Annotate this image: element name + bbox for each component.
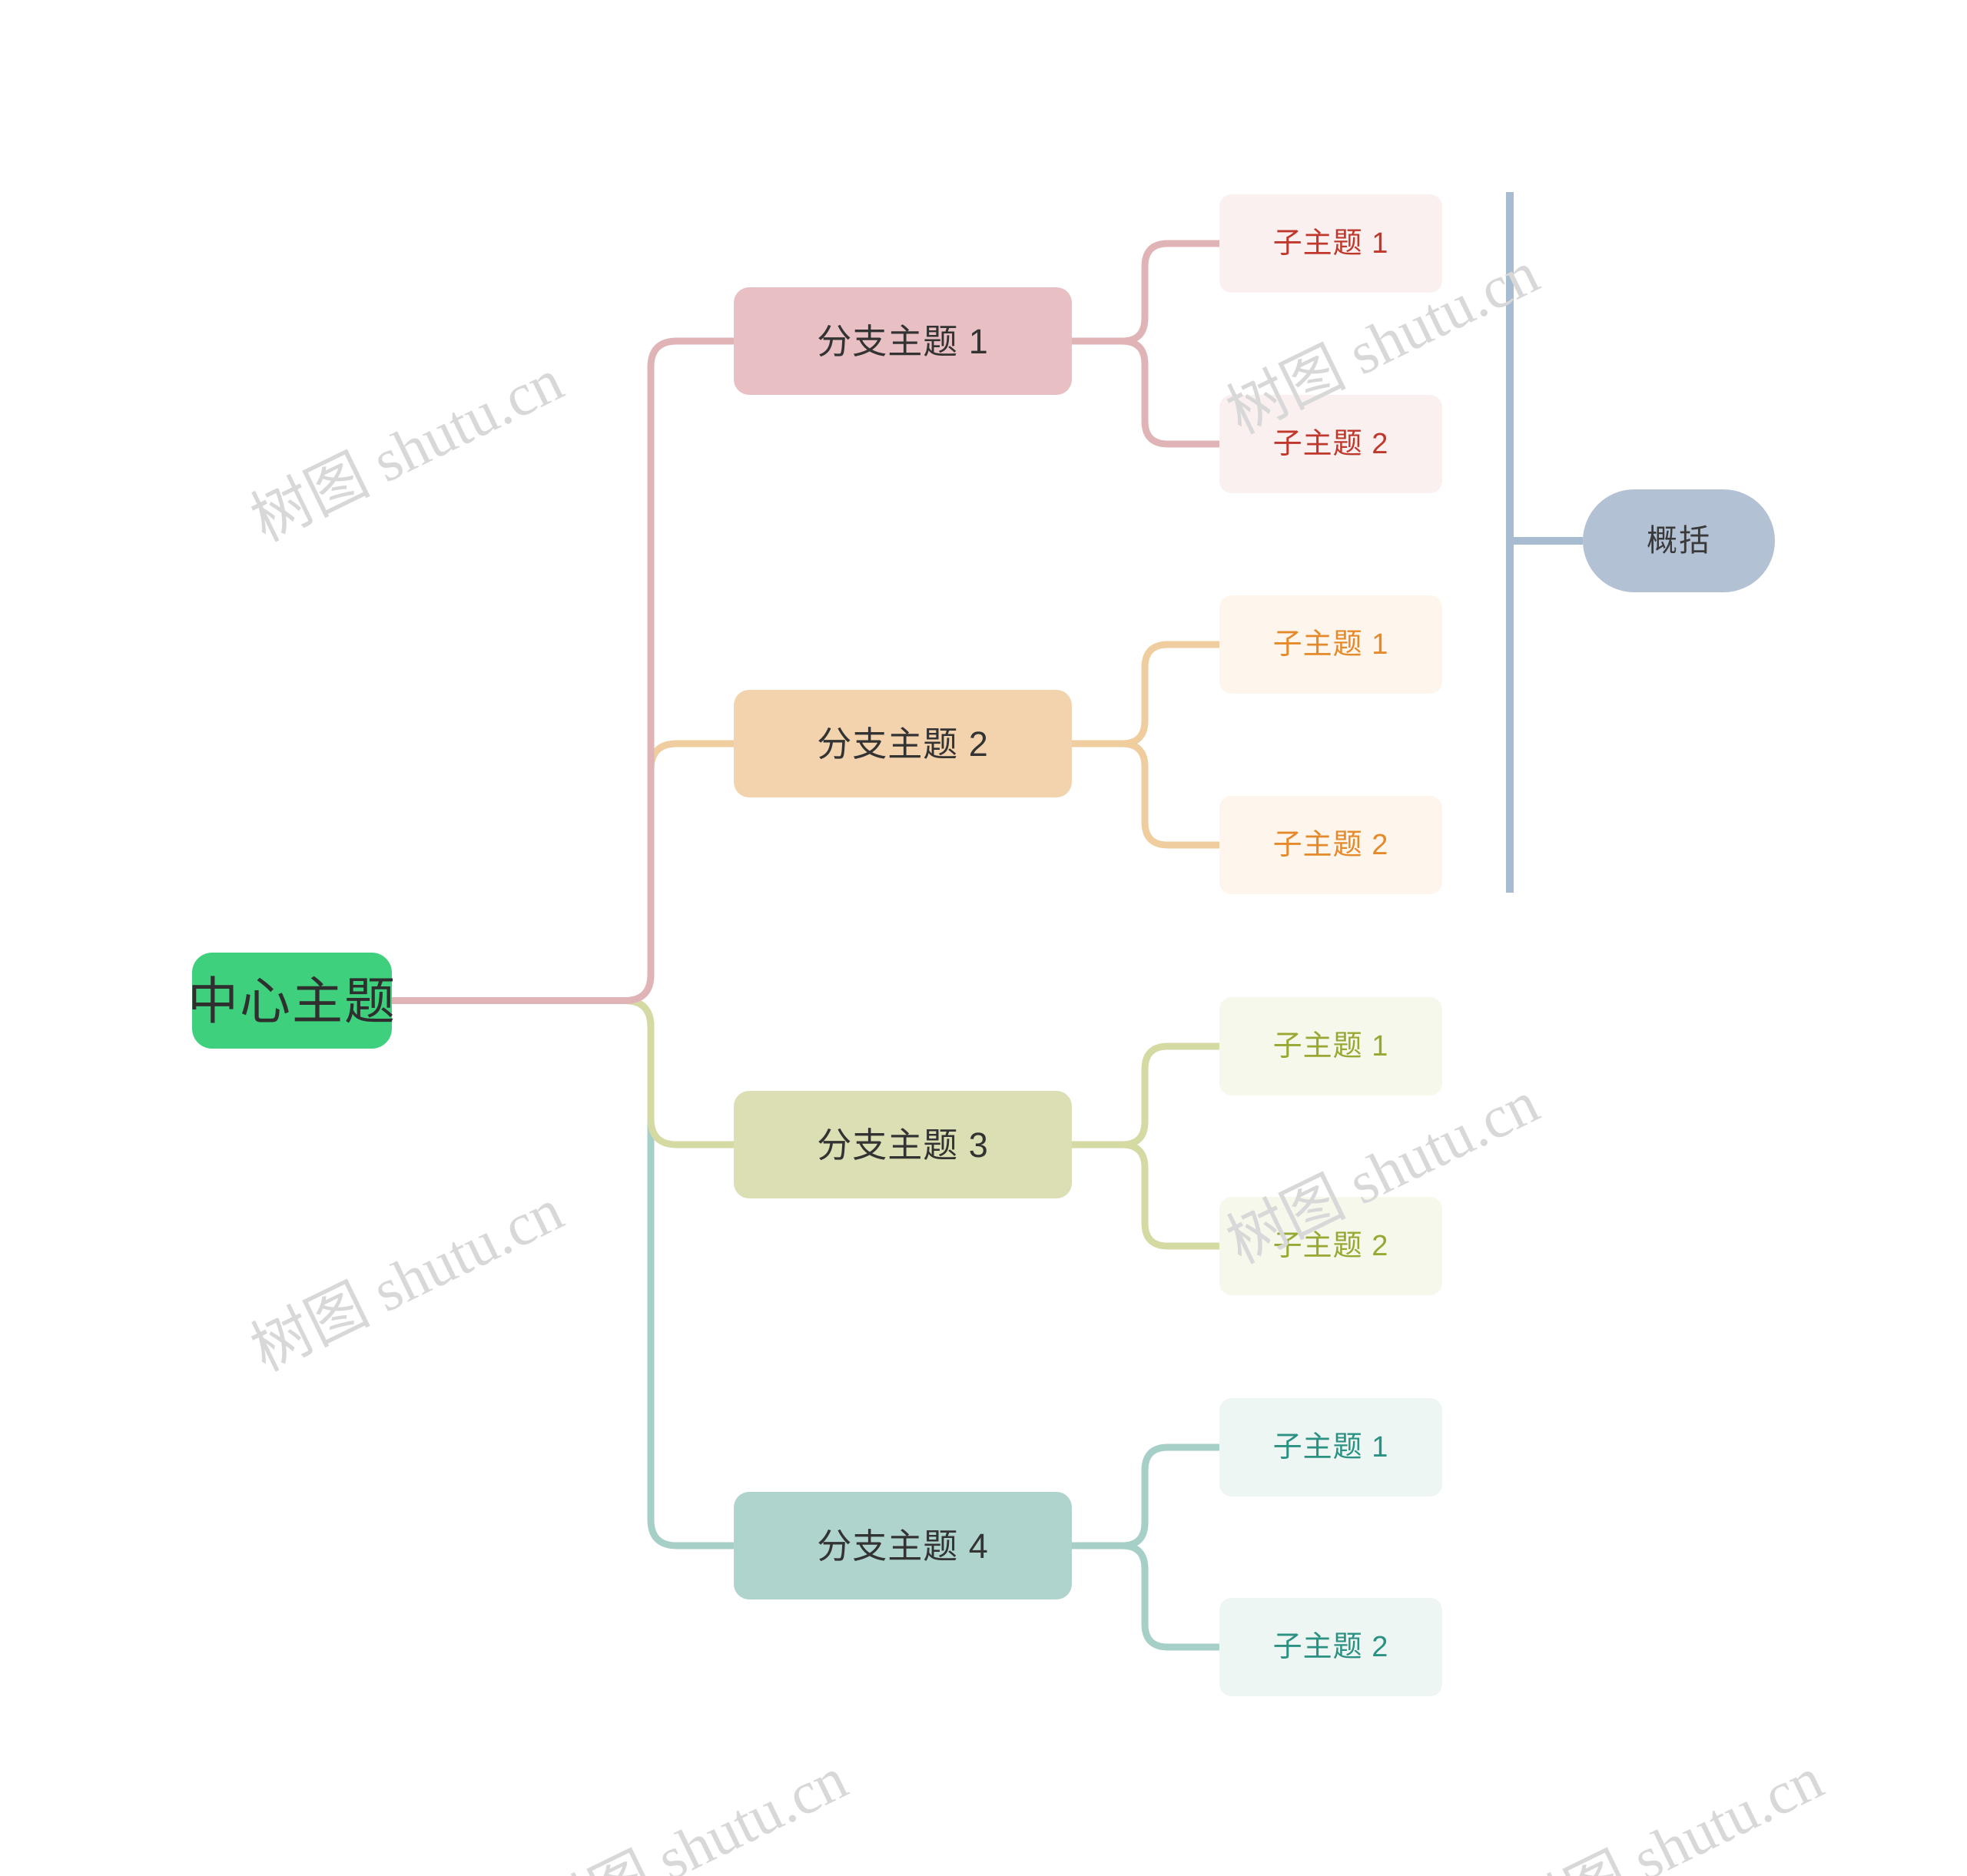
summary-label: 概括 xyxy=(1647,524,1711,558)
branch-topic-label: 分支主题 4 xyxy=(817,1526,989,1566)
branch-topic-node[interactable]: 分支主题 1 xyxy=(734,287,1072,395)
subtopic-label: 子主题 1 xyxy=(1272,1431,1389,1463)
subtopic-node[interactable]: 子主题 1 xyxy=(1219,194,1442,293)
subtopic-node[interactable]: 子主题 2 xyxy=(1219,1197,1442,1295)
subtopic-connector-4-2 xyxy=(1072,1542,1219,1651)
summary-node[interactable]: 概括 xyxy=(1583,489,1775,592)
subtopic-connector-1-1 xyxy=(1072,240,1219,345)
subtopic-label: 子主题 1 xyxy=(1272,1030,1389,1062)
subtopic-connector-4-1 xyxy=(1072,1443,1219,1550)
branch-connector-2 xyxy=(392,740,734,1004)
branch-topic-label: 分支主题 1 xyxy=(817,321,989,361)
subtopic-label: 子主题 1 xyxy=(1272,628,1389,661)
branch-topic-label: 分支主题 2 xyxy=(817,724,989,764)
branch-topic-node[interactable]: 分支主题 2 xyxy=(734,690,1072,797)
branch-topic-node[interactable]: 分支主题 3 xyxy=(734,1091,1072,1198)
subtopic-connector-3-2 xyxy=(1072,1141,1219,1250)
subtopic-label: 子主题 2 xyxy=(1272,1230,1389,1262)
subtopic-label: 子主题 2 xyxy=(1272,1631,1389,1663)
branch-connector-4 xyxy=(392,997,734,1550)
branch-connector-1 xyxy=(392,337,734,1004)
subtopic-node[interactable]: 子主题 1 xyxy=(1219,1398,1442,1496)
branch-connector-3 xyxy=(392,997,734,1148)
subtopic-node[interactable]: 子主题 1 xyxy=(1219,997,1442,1095)
branch-topic-node[interactable]: 分支主题 4 xyxy=(734,1492,1072,1599)
subtopic-node[interactable]: 子主题 2 xyxy=(1219,395,1442,493)
subtopic-label: 子主题 2 xyxy=(1272,428,1389,460)
subtopic-connector-2-1 xyxy=(1072,641,1219,747)
subtopic-label: 子主题 1 xyxy=(1272,227,1389,260)
central-topic-node[interactable]: 中心主题 xyxy=(187,953,395,1049)
subtopic-node[interactable]: 子主题 2 xyxy=(1219,796,1442,894)
subtopic-node[interactable]: 子主题 1 xyxy=(1219,595,1442,694)
subtopic-connector-3-1 xyxy=(1072,1042,1219,1148)
subtopic-label: 子主题 2 xyxy=(1272,829,1389,861)
mindmap-canvas: 中心主题 分支主题 1 子主题 1 子主题 2 分支主题 2 子主题 1 子主题 2 分支主题… xyxy=(0,0,1967,1876)
subtopic-node[interactable]: 子主题 2 xyxy=(1219,1598,1442,1696)
branch-topic-label: 分支主题 3 xyxy=(817,1125,989,1165)
subtopic-connector-2-2 xyxy=(1072,740,1219,849)
central-topic-label: 中心主题 xyxy=(187,972,396,1029)
subtopic-connector-1-2 xyxy=(1072,337,1219,448)
